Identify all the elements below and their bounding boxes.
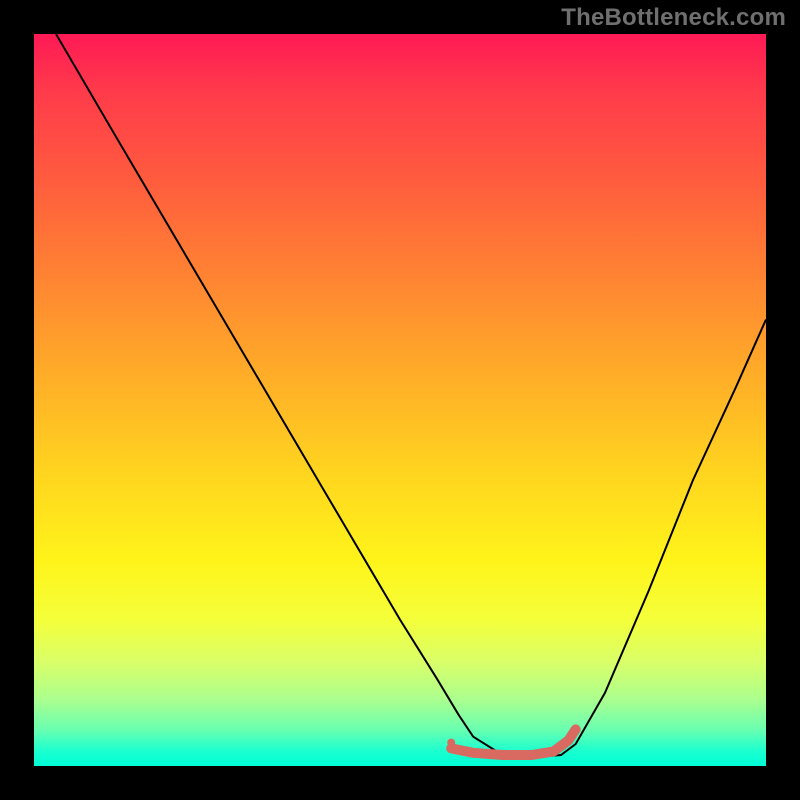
watermark-text: TheBottleneck.com: [561, 4, 786, 32]
min-dot: [447, 739, 455, 747]
chart-svg: [34, 34, 766, 766]
curve-line: [56, 34, 766, 757]
chart-frame: { "watermark": "TheBottleneck.com", "cha…: [0, 0, 800, 800]
plot-area: [34, 34, 766, 766]
